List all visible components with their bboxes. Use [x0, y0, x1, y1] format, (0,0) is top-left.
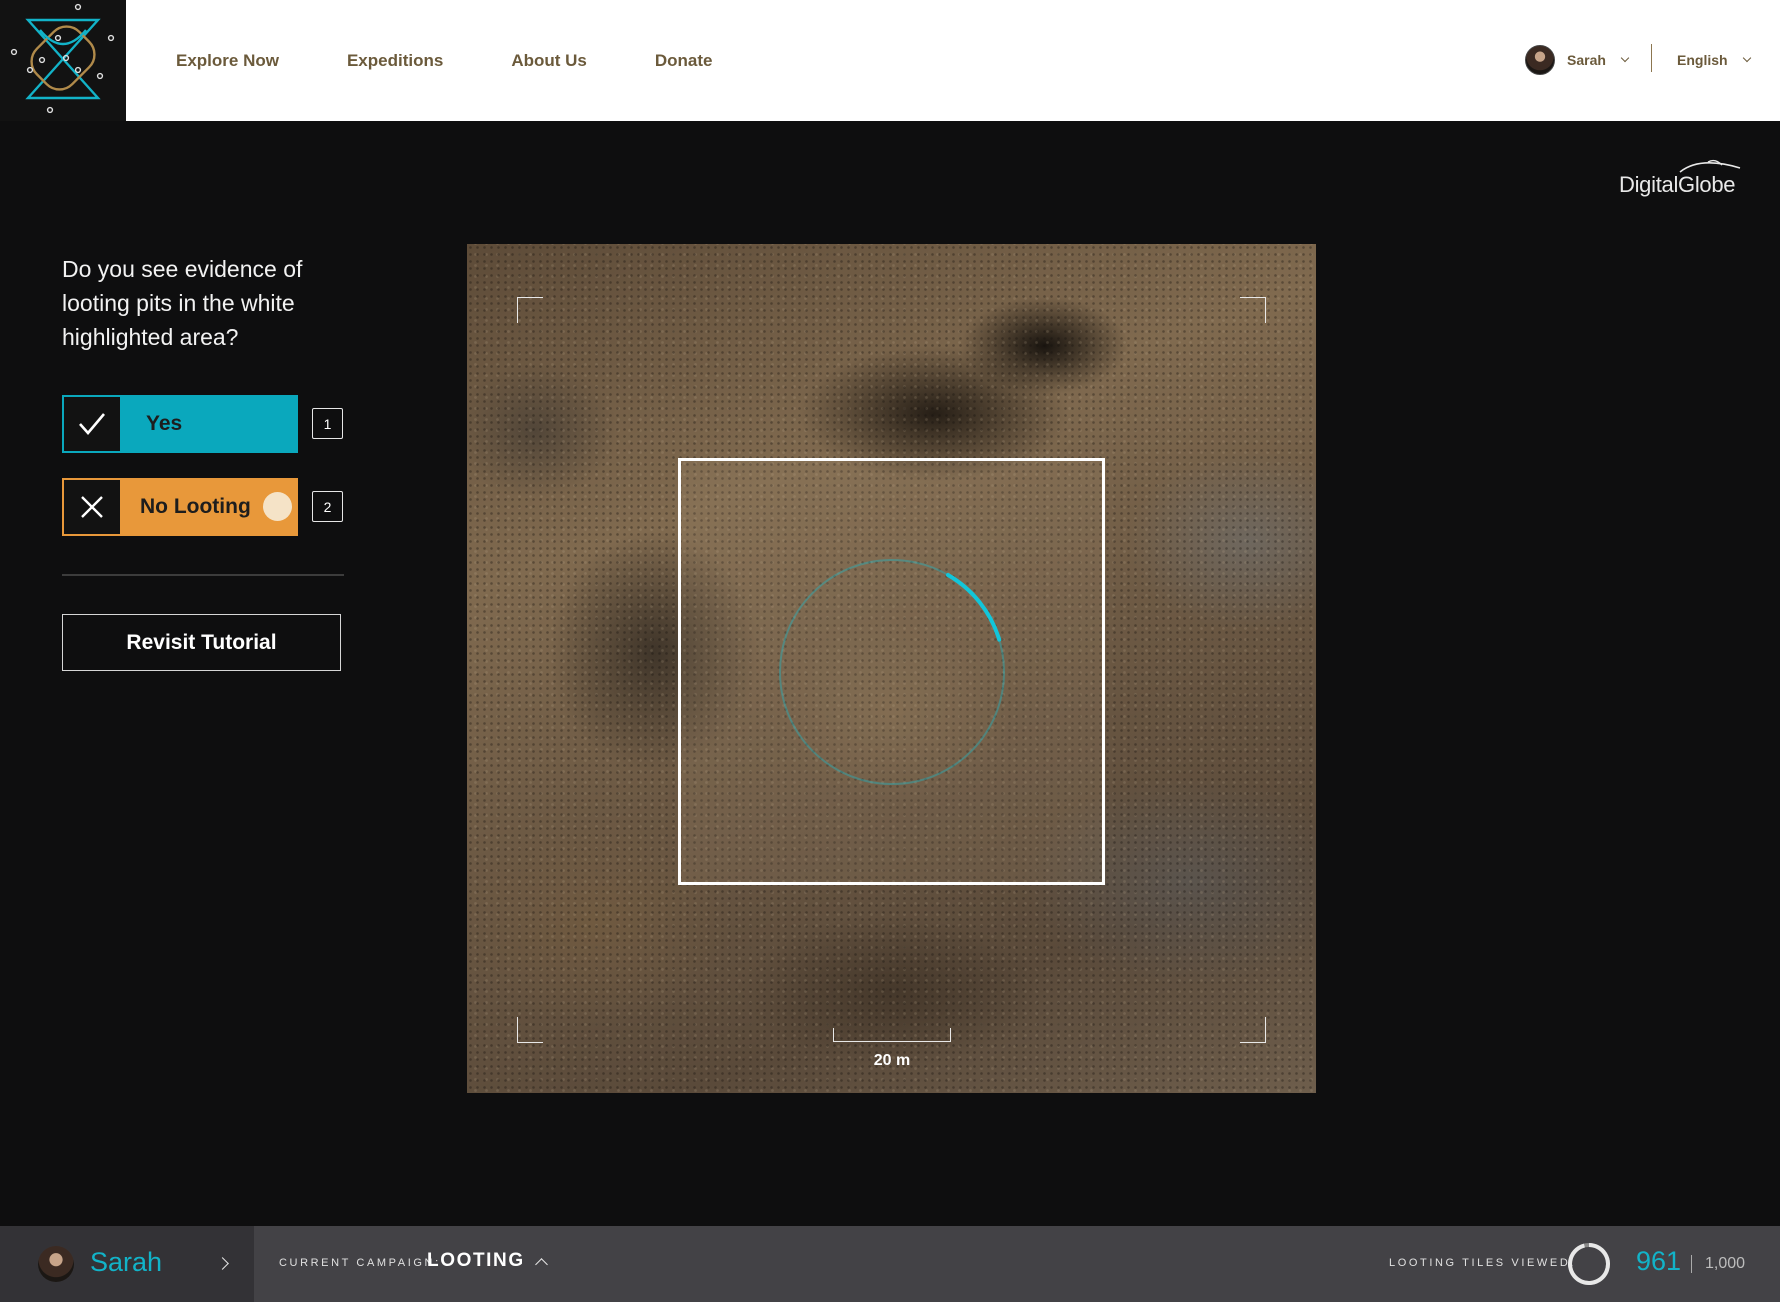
site-logo[interactable] [0, 0, 126, 121]
digitalglobe-logo: DigitalGlobe [1618, 156, 1746, 202]
user-name: Sarah [1567, 52, 1606, 68]
satellite-image: 20 m [467, 244, 1316, 1093]
tiles-viewed-count: 961 [1636, 1246, 1682, 1276]
tiles-progress-ring [1568, 1243, 1610, 1285]
chevron-down-icon [1620, 53, 1630, 63]
answer-icon-box [64, 480, 120, 534]
campaign-value: LOOTING [427, 1250, 525, 1271]
header-divider [1651, 44, 1652, 72]
nav-explore-now[interactable]: Explore Now [176, 51, 279, 71]
main-nav: Explore Now Expeditions About Us Donate [176, 0, 781, 121]
x-icon [81, 496, 103, 518]
nav-about-us[interactable]: About Us [511, 51, 587, 71]
imagery-provider-label: DigitalGlobe [1619, 172, 1736, 197]
scale-bar [833, 1028, 951, 1042]
timer-progress-arc [946, 573, 1002, 642]
footer-user-button[interactable]: Sarah [0, 1226, 254, 1302]
tiles-viewed-label: LOOTING TILES VIEWED: [1389, 1257, 1577, 1269]
language-label: English [1677, 52, 1728, 68]
question-text: Do you see evidence of looting pits in t… [62, 256, 303, 350]
shortcut-key-1: 1 [312, 408, 343, 439]
crossed-loops-logo-icon [10, 3, 115, 114]
chevron-right-icon [216, 1257, 229, 1270]
campaign-select[interactable]: LOOTING [427, 1250, 548, 1272]
chevron-down-icon [1742, 53, 1751, 63]
scale-label: 20 m [873, 1052, 911, 1069]
yes-label: Yes [146, 412, 183, 435]
status-bar: Sarah CURRENT CAMPAIGN: LOOTING LOOTING … [0, 1226, 1780, 1302]
revisit-tutorial-button[interactable]: Revisit Tutorial [62, 614, 341, 671]
user-menu[interactable]: Sarah [1525, 44, 1630, 76]
nav-donate[interactable]: Donate [655, 51, 713, 71]
frame-corner [517, 297, 543, 323]
site-header: Explore Now Expeditions About Us Donate … [0, 0, 1780, 121]
tiles-total: 1,000 [1705, 1255, 1746, 1272]
avatar [1525, 45, 1555, 75]
no-looting-button[interactable]: No Looting [62, 478, 298, 536]
frame-corner [1240, 297, 1266, 323]
frame-corner [1240, 1017, 1266, 1043]
campaign-label: CURRENT CAMPAIGN: [279, 1257, 441, 1269]
shortcut-key-2: 2 [312, 491, 343, 522]
yes-button[interactable]: Yes [62, 395, 298, 453]
selection-indicator [263, 492, 292, 521]
answer-icon-box [64, 397, 120, 451]
panel-divider [62, 574, 344, 576]
footer-user-name: Sarah [90, 1247, 163, 1277]
check-icon [79, 413, 105, 435]
tiles-separator [1691, 1255, 1692, 1273]
no-looting-label: No Looting [140, 495, 251, 518]
nav-expeditions[interactable]: Expeditions [347, 51, 443, 71]
tiles-progress-arc [1568, 1243, 1610, 1285]
frame-corner [517, 1017, 543, 1043]
language-select[interactable]: English [1677, 44, 1751, 76]
avatar [38, 1246, 74, 1282]
timer-ring [779, 559, 1005, 785]
chevron-up-icon [534, 1257, 548, 1271]
